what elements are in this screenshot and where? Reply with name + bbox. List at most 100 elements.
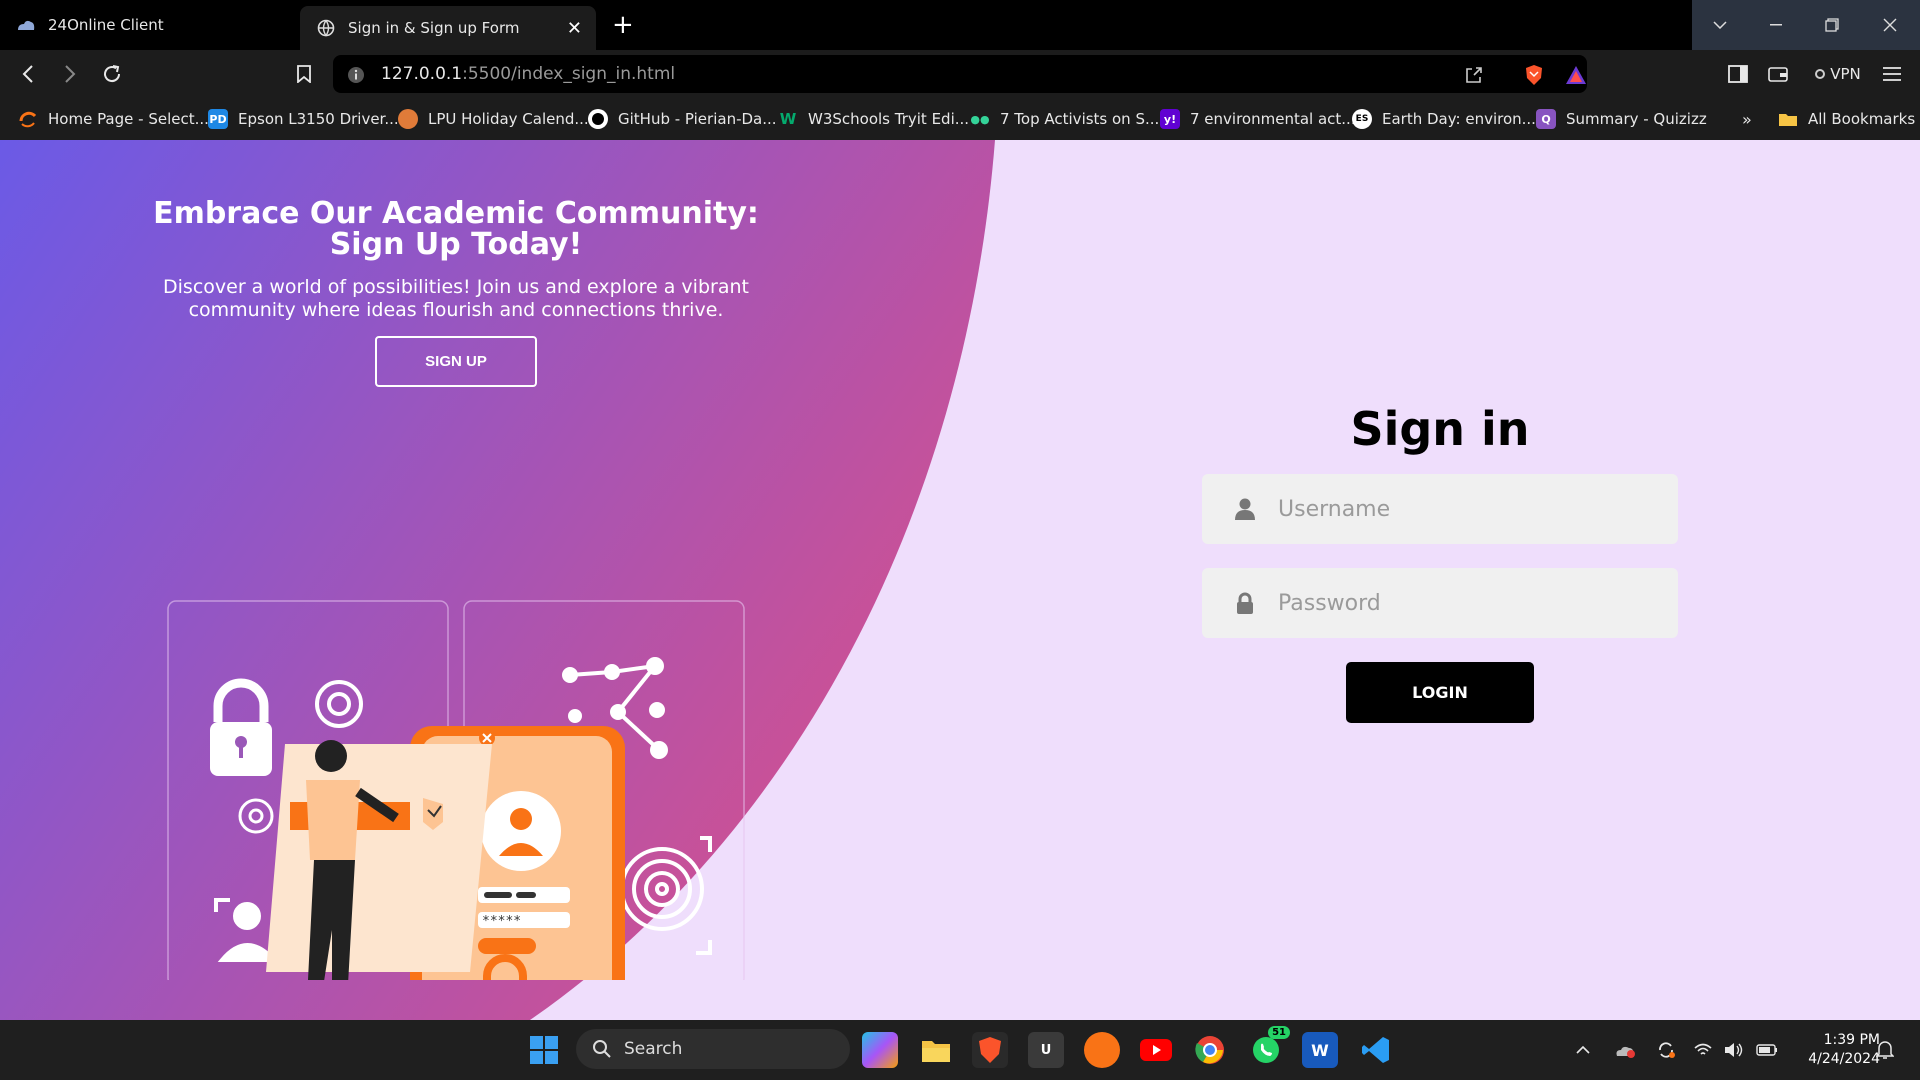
bookmark-label: Home Page - Select... (48, 110, 209, 128)
battery-icon[interactable] (1756, 1020, 1778, 1080)
fingerprint-icon (620, 836, 712, 955)
signup-button[interactable]: SIGN UP (375, 336, 537, 387)
lock-icon (1234, 592, 1256, 614)
password-input[interactable] (1278, 568, 1658, 638)
more-bookmarks-button[interactable]: » (1742, 98, 1752, 140)
bookmark-label: Earth Day: environ... (1382, 110, 1536, 128)
bookmark-favicon-icon: Q (1536, 109, 1556, 129)
show-hidden-icons[interactable] (1576, 1020, 1590, 1080)
vpn-label: VPN (1830, 65, 1861, 83)
signup-heading: Embrace Our Academic Community: Sign Up … (153, 196, 759, 262)
folder-icon (1778, 109, 1798, 129)
forward-icon[interactable] (54, 58, 86, 90)
close-tab-icon[interactable]: ✕ (567, 18, 582, 39)
github-icon (588, 109, 608, 129)
bookmark-favicon-icon: ●● (970, 112, 990, 126)
word-icon[interactable]: W (1302, 1032, 1338, 1068)
signin-form: Sign in LOGIN (1202, 402, 1678, 723)
bookmark-favicon-icon: PD (208, 109, 228, 129)
bookmark-label: 7 Top Activists on S... (1000, 110, 1160, 128)
youtube-icon[interactable] (1138, 1032, 1174, 1068)
copilot-icon[interactable] (862, 1032, 898, 1068)
brave-rewards-icon[interactable] (1565, 64, 1587, 86)
browser-window-illustration (266, 744, 492, 972)
login-button[interactable]: LOGIN (1346, 662, 1534, 723)
small-gear-icon (238, 798, 274, 834)
sidebar-toggle-icon[interactable] (1722, 58, 1754, 90)
whatsapp-badge: 51 (1268, 1026, 1290, 1039)
clock-time: 1:39 PM (1823, 1032, 1880, 1048)
search-label: Search (624, 1039, 683, 1059)
bookmark-label: 7 environmental act... (1190, 110, 1356, 128)
tab-label: 24Online Client (48, 16, 164, 34)
brave-browser-icon[interactable] (972, 1032, 1008, 1068)
login-illustration: ***** (167, 600, 745, 980)
taskbar: Search U 51 W 1:39 PM 4/24/2024 (0, 1020, 1920, 1080)
clock[interactable]: 1:39 PM 4/24/2024 (1790, 1031, 1880, 1069)
app-u-icon[interactable]: U (1028, 1032, 1064, 1068)
globe-icon (316, 18, 336, 38)
signin-title: Sign in (1350, 402, 1530, 456)
reload-icon[interactable] (96, 58, 128, 90)
back-icon[interactable] (12, 58, 44, 90)
padlock-icon (210, 678, 272, 776)
bookmark-label: GitHub - Pierian-Da... (618, 110, 777, 128)
gear-icon (315, 680, 363, 728)
url-text: 127.0.0.1:5500/index_sign_in.html (381, 64, 676, 84)
bookmark-label: Summary - Quizizz (1566, 110, 1707, 128)
file-explorer-icon[interactable] (918, 1032, 954, 1068)
onedrive-icon[interactable] (1614, 1020, 1636, 1080)
username-field (1202, 474, 1678, 544)
share-icon[interactable] (1463, 64, 1485, 86)
close-window-icon[interactable] (1860, 0, 1920, 50)
chrome-icon[interactable] (1192, 1032, 1228, 1068)
all-bookmarks-button[interactable]: All Bookmarks (1778, 98, 1915, 140)
signup-panel: Embrace Our Academic Community: Sign Up … (120, 198, 792, 387)
brave-shields-icon[interactable] (1523, 64, 1545, 86)
bookmark-item[interactable]: y! 7 environmental act... (1160, 98, 1356, 140)
bookmark-item[interactable]: LPU Holiday Calend... (398, 98, 589, 140)
tab-24online[interactable]: 24Online Client (0, 0, 300, 50)
vscode-icon[interactable] (1358, 1032, 1394, 1068)
vpn-status-icon (1815, 69, 1826, 79)
url-bar[interactable]: 127.0.0.1:5500/index_sign_in.html (333, 55, 1587, 93)
bookmark-item[interactable]: W W3Schools Tryit Edi... (778, 98, 969, 140)
bookmark-label: Epson L3150 Driver... (238, 110, 399, 128)
wifi-icon[interactable] (1694, 1020, 1712, 1080)
tab-bar: 24Online Client Sign in & Sign up Form ✕… (0, 0, 1920, 50)
site-info-icon[interactable] (345, 64, 367, 86)
bookmark-item[interactable]: ES Earth Day: environ... (1352, 98, 1536, 140)
bookmark-item[interactable]: GitHub - Pierian-Da... (588, 98, 777, 140)
wallet-icon[interactable] (1762, 58, 1794, 90)
tab-search-chevron-icon[interactable] (1692, 0, 1748, 50)
bookmark-label: LPU Holiday Calend... (428, 110, 589, 128)
minimize-icon[interactable] (1748, 0, 1804, 50)
more-bookmarks-label: » (1742, 109, 1752, 129)
sync-icon[interactable] (1656, 1020, 1676, 1080)
password-field (1202, 568, 1678, 638)
tab-signin-form[interactable]: Sign in & Sign up Form ✕ (300, 6, 596, 50)
start-windows-icon[interactable] (526, 1032, 562, 1068)
app-orange-icon[interactable] (1084, 1032, 1120, 1068)
bookmark-icon[interactable] (288, 58, 320, 90)
whatsapp-icon[interactable]: 51 (1248, 1026, 1290, 1068)
bookmark-item[interactable]: PD Epson L3150 Driver... (208, 98, 399, 140)
restore-icon[interactable] (1804, 0, 1860, 50)
bookmark-label: W3Schools Tryit Edi... (808, 110, 970, 128)
menu-icon[interactable] (1876, 58, 1908, 90)
bookmark-favicon-icon: ES (1352, 109, 1372, 129)
notifications-bell-icon[interactable] (1876, 1020, 1894, 1080)
clock-date: 4/24/2024 (1808, 1051, 1880, 1067)
username-input[interactable] (1278, 474, 1658, 544)
bookmark-item[interactable]: Home Page - Select... (18, 98, 209, 140)
bookmark-favicon-icon (398, 109, 418, 129)
new-tab-icon[interactable]: + (612, 10, 634, 40)
bookmark-favicon-icon (18, 109, 38, 129)
bookmark-item[interactable]: Q Summary - Quizizz (1536, 98, 1707, 140)
taskbar-search[interactable]: Search (576, 1029, 850, 1069)
bookmark-favicon-icon: W (779, 110, 797, 128)
vpn-button[interactable]: VPN (1808, 58, 1868, 90)
signup-description: Discover a world of possibilities! Join … (163, 276, 749, 321)
bookmark-item[interactable]: ●● 7 Top Activists on S... (970, 98, 1159, 140)
volume-icon[interactable] (1724, 1020, 1744, 1080)
